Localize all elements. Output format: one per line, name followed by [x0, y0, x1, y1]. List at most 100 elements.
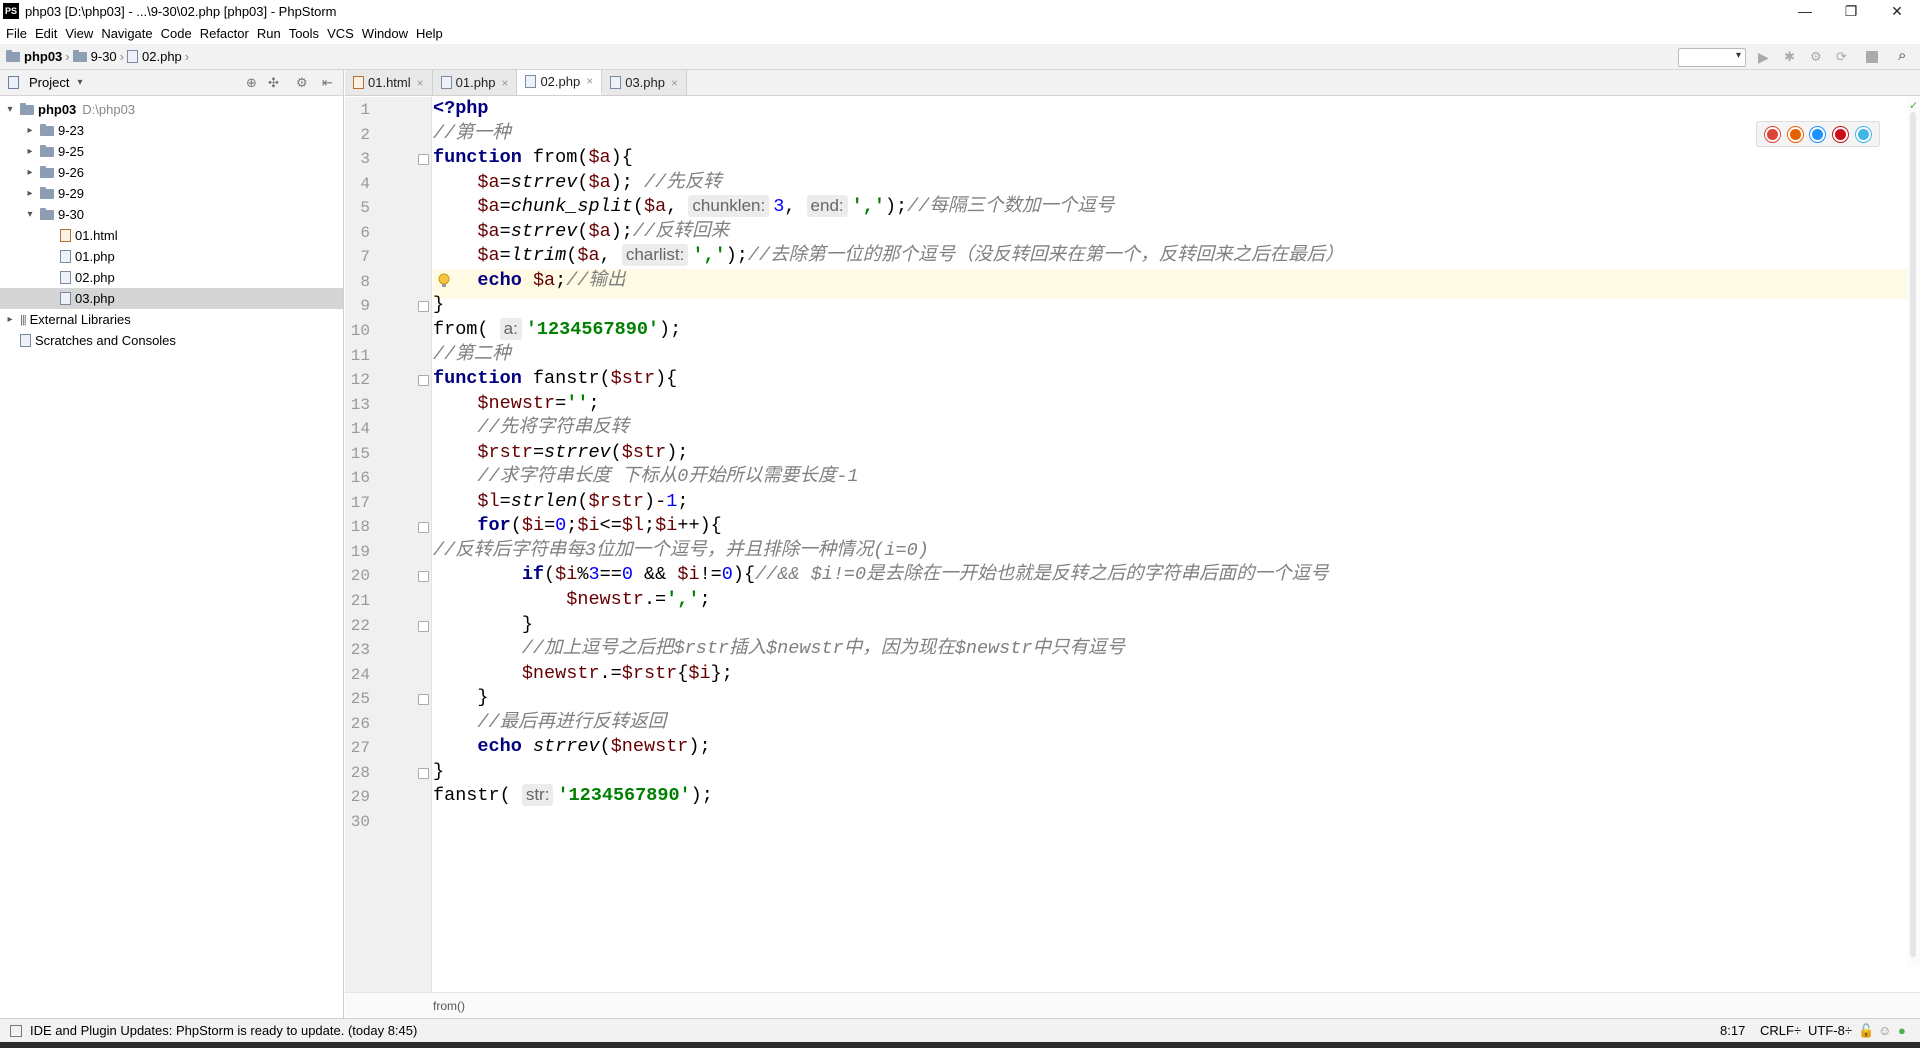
close-icon[interactable]: ×	[501, 76, 508, 90]
safari-icon[interactable]	[1810, 126, 1826, 142]
close-icon[interactable]: ×	[671, 76, 678, 90]
code-line[interactable]: echo $a;//输出	[433, 266, 625, 296]
tree-item[interactable]: 01.php	[0, 246, 343, 267]
menu-refactor[interactable]: Refactor	[200, 26, 249, 41]
tree-item[interactable]: ▸ 9-29	[0, 183, 343, 204]
chevron-down-icon: ▾	[1735, 50, 1741, 61]
collapse-icon[interactable]: ✣	[268, 75, 279, 91]
code-area[interactable]: <?php//第一种 function from($a){ $a=strrev($…	[433, 97, 1920, 967]
tree-item[interactable]: 02.php	[0, 267, 343, 288]
opera-icon[interactable]	[1833, 126, 1849, 142]
event-log-icon[interactable]: ●	[1898, 1023, 1906, 1038]
close-icon[interactable]: ×	[586, 74, 593, 88]
code-token: //反转回来	[632, 220, 730, 242]
tab-label: 02.php	[540, 73, 581, 89]
line-separator[interactable]: CRLF÷	[1760, 1023, 1801, 1038]
restore-button[interactable]: ❐	[1828, 0, 1874, 22]
tree-item[interactable]: ▾ 9-30	[0, 204, 343, 225]
chevron-right-icon[interactable]: ▸	[4, 314, 16, 325]
php-file-icon	[610, 76, 622, 89]
menu-tools[interactable]: Tools	[289, 26, 319, 41]
fold-marker-icon[interactable]	[418, 694, 429, 706]
tree-item[interactable]: 01.html	[0, 225, 343, 246]
browser-preview-bar	[1756, 121, 1880, 147]
status-message[interactable]: IDE and Plugin Updates: PhpStorm is read…	[30, 1023, 417, 1038]
chrome-icon[interactable]	[1764, 126, 1780, 142]
caret-position[interactable]: 8:17	[1720, 1023, 1745, 1038]
tab-01-html[interactable]: 01.html ×	[345, 70, 433, 95]
close-button[interactable]: ✕	[1874, 0, 1920, 22]
menu-help[interactable]: Help	[416, 26, 443, 41]
debug-icon[interactable]: ✱	[1784, 49, 1795, 65]
stop-icon[interactable]	[1866, 51, 1878, 63]
locate-icon[interactable]: ⊕	[246, 75, 257, 91]
fold-marker-icon[interactable]	[418, 571, 429, 583]
scrollbar[interactable]	[1910, 112, 1916, 957]
chevron-right-icon[interactable]: ▸	[24, 188, 36, 199]
menu-vcs[interactable]: VCS	[327, 26, 354, 41]
breadcrumb-folder[interactable]: 9-30	[91, 49, 117, 64]
fold-marker-icon[interactable]	[418, 620, 429, 632]
tree-item[interactable]: ▾ php03 D:\php03	[0, 99, 343, 120]
run-config-select[interactable]: ▾	[1678, 48, 1746, 67]
close-icon[interactable]: ×	[417, 76, 424, 90]
code-line[interactable]: echo strrev($newstr);	[433, 732, 710, 762]
profile-icon[interactable]: ⟳	[1836, 49, 1847, 65]
menu-window[interactable]: Window	[362, 26, 408, 41]
chevron-right-icon[interactable]: ▸	[24, 167, 36, 178]
menu-navigate[interactable]: Navigate	[101, 26, 152, 41]
hide-icon[interactable]: ⇤	[322, 75, 333, 91]
code-token: ){	[610, 147, 633, 169]
breadcrumb-file[interactable]: 02.php	[142, 49, 182, 64]
tree-item[interactable]: 03.php	[0, 288, 343, 309]
tab-03-php[interactable]: 03.php ×	[602, 70, 687, 95]
chevron-down-icon[interactable]: ▾	[24, 209, 36, 220]
fold-marker-icon[interactable]	[418, 301, 429, 313]
fold-marker-icon[interactable]	[418, 154, 429, 166]
menu-code[interactable]: Code	[161, 26, 192, 41]
chevron-right-icon[interactable]: ▸	[24, 125, 36, 136]
chevron-right-icon[interactable]: ▸	[24, 146, 36, 157]
code-token: }	[433, 760, 445, 782]
folder-icon	[40, 165, 54, 178]
code-token: 0	[721, 564, 733, 586]
gear-icon[interactable]: ⚙	[296, 75, 308, 91]
code-breadcrumb[interactable]: from()	[433, 999, 465, 1013]
chevron-down-icon[interactable]: ▾	[4, 104, 16, 115]
menu-edit[interactable]: Edit	[35, 26, 57, 41]
fold-marker-icon[interactable]	[418, 375, 429, 387]
code-token: ','	[666, 589, 700, 610]
tree-item[interactable]: ▸ 9-25	[0, 141, 343, 162]
inspector-icon[interactable]: ☺	[1878, 1023, 1891, 1038]
menu-view[interactable]: View	[65, 26, 93, 41]
project-view-label[interactable]: Project	[29, 75, 69, 90]
tab-02-php[interactable]: 02.php ×	[517, 70, 603, 95]
chevron-down-icon[interactable]: ▾	[77, 77, 82, 88]
fold-marker-icon[interactable]	[418, 522, 429, 534]
code-editor[interactable]: 1 2 3 4 5 6 7 8 9 10 11 12 13 14 15 16 17 18 19 20 21 22 23 24 2…	[345, 97, 1920, 992]
run-icon[interactable]: ▶	[1758, 49, 1769, 66]
fold-marker-icon[interactable]	[418, 767, 429, 779]
ie-icon[interactable]	[1856, 126, 1872, 142]
breadcrumb-project[interactable]: php03	[24, 49, 62, 64]
search-icon[interactable]: ⌕	[1898, 47, 1906, 64]
tool-window-toggle-icon[interactable]	[10, 1024, 22, 1037]
menu-file[interactable]: File	[6, 26, 27, 41]
tree-item[interactable]: ▸ 9-23	[0, 120, 343, 141]
navigation-bar: php03 › 9-30 › 02.php › ▾ ▶ ✱ ⚙ ⟳ ⌕	[0, 44, 1920, 70]
file-encoding[interactable]: UTF-8÷	[1808, 1023, 1852, 1038]
menu-run[interactable]: Run	[257, 26, 281, 41]
lightbulb-icon[interactable]	[437, 273, 451, 289]
tab-01-php[interactable]: 01.php ×	[432, 70, 518, 95]
firefox-icon[interactable]	[1787, 126, 1803, 142]
minimize-button[interactable]: —	[1782, 0, 1828, 22]
tree-item[interactable]: ▸ 9-26	[0, 162, 343, 183]
code-token: ,	[784, 196, 807, 218]
code-token: //每隔三个数加一个逗号	[907, 196, 1115, 218]
lock-icon[interactable]: 🔓	[1858, 1023, 1874, 1039]
tree-item[interactable]: Scratches and Consoles	[0, 330, 343, 351]
coverage-icon[interactable]: ⚙	[1810, 49, 1822, 65]
code-line[interactable]: fanstr( str: '1234567890');	[433, 781, 713, 811]
tree-item[interactable]: ▸ ||| External Libraries	[0, 309, 343, 330]
